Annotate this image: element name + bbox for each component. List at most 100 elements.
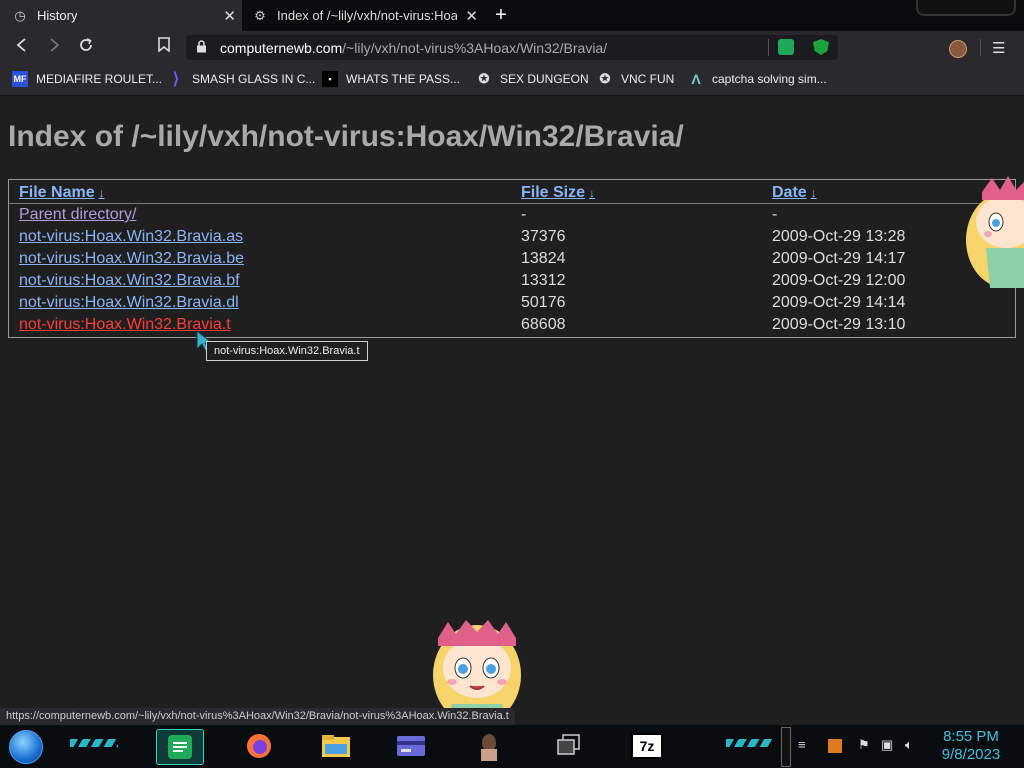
taskbar-file-explorer[interactable] [313, 729, 359, 763]
lock-icon [196, 39, 210, 56]
header-divider [9, 203, 1013, 204]
column-header-file-name[interactable]: File Name ↓ [19, 184, 105, 202]
reload-button[interactable] [75, 37, 97, 59]
file-explorer-icon [322, 735, 350, 757]
table-row: not-virus:Hoax.Win32.Bravia.bf 13312 200… [9, 272, 1013, 294]
new-tab-button[interactable]: + [490, 4, 512, 26]
bookmark-icon [158, 37, 170, 53]
back-button[interactable] [11, 37, 33, 59]
file-size: 37376 [521, 228, 566, 245]
file-link[interactable]: not-virus:Hoax.Win32.Bravia.be [19, 250, 244, 268]
file-link[interactable]: Parent directory/ [19, 206, 136, 224]
forward-button[interactable] [43, 37, 65, 59]
file-date: 2009-Oct-29 14:14 [772, 294, 906, 311]
taskbar-sheets-app[interactable] [156, 729, 204, 765]
menu-icon[interactable]: ☰ [992, 39, 1005, 57]
url-domain: computernewb.com [220, 39, 343, 56]
password-icon: ▪ [322, 71, 338, 87]
navigation-bar: computernewb.com/~lily/vxh/not-virus%3AH… [0, 31, 1024, 64]
captcha-icon: Λ [691, 71, 701, 87]
bookmark-captcha[interactable]: Λ captcha solving sim... [688, 70, 827, 88]
column-header-file-size[interactable]: File Size ↓ [521, 184, 595, 202]
link-tooltip: not-virus:Hoax.Win32.Bravia.t [206, 341, 368, 361]
table-row: Parent directory/ - - [9, 206, 1013, 228]
divider [980, 39, 981, 56]
page-title: Index of /~lily/vxh/not-virus:Hoax/Win32… [8, 120, 684, 153]
gear-icon: ✪ [599, 71, 611, 86]
bookmark-label: MEDIAFIRE ROULET... [36, 72, 163, 86]
sort-arrow-icon: ↓ [98, 186, 105, 200]
file-size: 13824 [521, 250, 566, 267]
mascot-sticker-right [966, 176, 1024, 288]
bookmark-label: SEX DUNGEON [500, 72, 589, 86]
sheets-icon [168, 735, 192, 759]
file-size: 68608 [521, 316, 566, 333]
show-desktop-button[interactable] [781, 727, 791, 767]
address-bar[interactable]: computernewb.com/~lily/vxh/not-virus%3AH… [186, 35, 838, 60]
url-path: /~lily/vxh/not-virus%3AHoax/Win32/Bravia… [342, 39, 608, 56]
tray-app-icon[interactable] [828, 739, 842, 753]
close-tab-icon[interactable]: ✕ [223, 7, 236, 25]
bookmark-whats-the-pass[interactable]: ▪ WHATS THE PASS... [322, 70, 460, 88]
start-button[interactable] [9, 730, 43, 764]
system-clock[interactable]: 8:55 PM 9/8/2023 [938, 728, 1004, 764]
file-size: 50176 [521, 294, 566, 311]
taskbar-decoration [726, 739, 772, 747]
table-row: not-virus:Hoax.Win32.Bravia.be 13824 200… [9, 250, 1013, 272]
table-row: not-virus:Hoax.Win32.Bravia.as 37376 200… [9, 228, 1013, 250]
taskbar-firefox[interactable] [236, 729, 282, 763]
file-link[interactable]: not-virus:Hoax.Win32.Bravia.as [19, 228, 243, 246]
tray-network-icon[interactable]: ▣ [881, 737, 893, 753]
tab-history[interactable]: ◷ History ✕ [0, 0, 242, 31]
bookmark-label: VNC FUN [621, 72, 675, 86]
taskbar-card-app[interactable] [388, 729, 434, 763]
gear-icon: ✪ [478, 71, 490, 86]
file-date: 2009-Oct-29 13:28 [772, 228, 906, 245]
profile-avatar[interactable] [949, 40, 967, 58]
page-content: Index of /~lily/vxh/not-virus:Hoax/Win32… [0, 96, 1024, 710]
clock-time: 8:55 PM [943, 728, 999, 745]
taskbar-media-app[interactable] [466, 729, 512, 763]
bookmark-mediafire[interactable]: MF MEDIAFIRE ROULET... [12, 70, 162, 88]
file-date: - [772, 206, 778, 223]
bookmark-sex-dungeon[interactable]: ✪ SEX DUNGEON [476, 70, 589, 88]
tab-index-page[interactable]: ⚙ Index of /~lily/vxh/not-virus:Hoax/Win… [242, 0, 484, 31]
file-date: 2009-Oct-29 14:17 [772, 250, 906, 267]
bookmark-smash-glass[interactable]: ⟩ SMASH GLASS IN C... [168, 70, 316, 88]
file-size: - [521, 206, 527, 223]
sort-arrow-icon: ↓ [810, 186, 817, 200]
file-size: 13312 [521, 272, 566, 289]
bookmark-label: WHATS THE PASS... [346, 72, 461, 86]
bookmark-label: SMASH GLASS IN C... [192, 72, 316, 86]
tray-overflow-icon[interactable]: ≡ [798, 737, 806, 752]
file-date: 2009-Oct-29 13:10 [772, 316, 906, 333]
taskbar-task-view[interactable] [545, 729, 591, 763]
media-icon [481, 734, 497, 761]
tray-volume-icon[interactable]: 🔈︎ [905, 737, 913, 753]
bookmark-vnc-fun[interactable]: ✪ VNC FUN [597, 70, 675, 88]
bookmarks-bar: MF MEDIAFIRE ROULET... ⟩ SMASH GLASS IN … [0, 64, 1024, 96]
7zip-icon: 7z [631, 733, 663, 759]
tray-flag-icon[interactable]: ⚑ [858, 737, 870, 753]
divider [768, 39, 769, 56]
table-row: not-virus:Hoax.Win32.Bravia.t 68608 2009… [9, 316, 1013, 338]
window-decoration [916, 0, 1016, 16]
tab-title: History [37, 8, 78, 23]
forward-icon [50, 38, 60, 52]
table-row: not-virus:Hoax.Win32.Bravia.dl 50176 200… [9, 294, 1013, 316]
column-header-date[interactable]: Date ↓ [772, 184, 817, 202]
tab-title: Index of /~lily/vxh/not-virus:Hoax/Win32… [277, 8, 457, 23]
site-icon: ⚙ [254, 7, 266, 23]
clock-date: 9/8/2023 [941, 746, 1001, 763]
card-icon [397, 736, 425, 756]
file-link[interactable]: not-virus:Hoax.Win32.Bravia.dl [19, 294, 239, 312]
taskbar: 7z ≡ ⚑ ▣ 🔈︎ 8:55 PM 9/8/2023 [0, 725, 1024, 768]
sheets-extension-icon[interactable] [778, 39, 794, 55]
bookmark-label: captcha solving sim... [712, 72, 827, 86]
file-link[interactable]: not-virus:Hoax.Win32.Bravia.bf [19, 272, 240, 290]
task-view-icon [557, 734, 580, 755]
taskbar-7zip[interactable]: 7z [624, 729, 670, 763]
close-tab-icon[interactable]: ✕ [465, 7, 478, 25]
bookmark-page-button[interactable] [153, 37, 175, 59]
file-date: 2009-Oct-29 12:00 [772, 272, 906, 289]
